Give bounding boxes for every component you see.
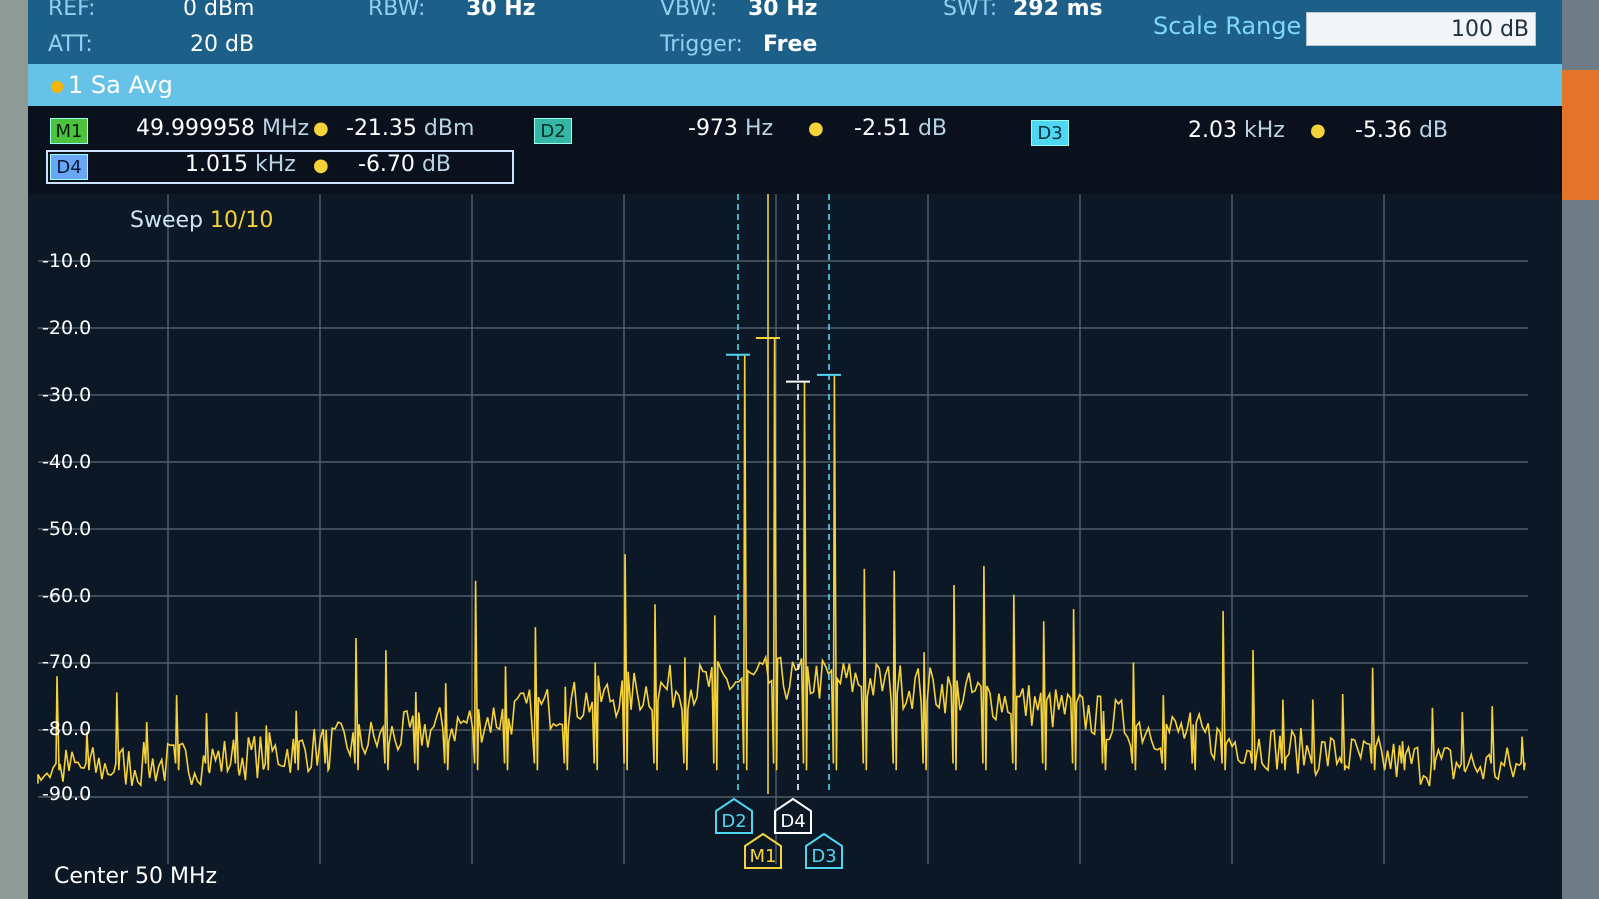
marker-badge-m1[interactable]: M1 xyxy=(50,118,88,144)
rbw-value[interactable]: 30 Hz xyxy=(466,0,536,21)
marker-d3-y: -5.36 dB xyxy=(1355,118,1448,143)
scale-range-input[interactable] xyxy=(1306,12,1536,46)
marker-m1-y-value: -21.35 xyxy=(346,116,417,141)
marker-d2-x-value: -973 xyxy=(688,116,738,141)
marker-d4-y-unit: dB xyxy=(421,152,451,177)
marker-d3-x-value: 2.03 xyxy=(1188,118,1237,143)
vbw-label: VBW: xyxy=(660,0,718,21)
marker-m1-x: 49.999958 MHz xyxy=(136,116,309,141)
y-tick: -40.0 xyxy=(42,451,92,473)
y-tick: -20.0 xyxy=(42,317,92,339)
vbw-value[interactable]: 30 Hz xyxy=(748,0,818,21)
marker-d2-y: -2.51 dB xyxy=(854,116,947,141)
marker-d4-x-unit: kHz xyxy=(254,152,296,177)
y-tick: -10.0 xyxy=(42,250,92,272)
marker-d4-y: -6.70 dB xyxy=(358,152,451,177)
sweep-count: 10/10 xyxy=(210,208,274,233)
marker-badge-d2[interactable]: D2 xyxy=(534,118,572,144)
marker-d2-dot: ● xyxy=(808,118,824,139)
y-tick: -30.0 xyxy=(42,384,92,406)
marker-d4-x-value: 1.015 xyxy=(185,152,248,177)
marker-m1-y: -21.35 dBm xyxy=(346,116,474,141)
marker-d2-y-value: -2.51 xyxy=(854,116,911,141)
marker-m1-x-unit: MHz xyxy=(261,116,310,141)
marker-d4-y-value: -6.70 xyxy=(358,152,415,177)
ref-label: REF: xyxy=(48,0,96,21)
analyzer-screen: REF: 0 dBm ATT: 20 dB RBW: 30 Hz VBW: 30… xyxy=(28,0,1562,899)
ref-value[interactable]: 0 dBm xyxy=(183,0,254,21)
side-softkey[interactable] xyxy=(1562,70,1599,200)
marker-table: M1 49.999958 MHz ● -21.35 dBm D2 -973 Hz… xyxy=(28,106,1562,194)
swt-value[interactable]: 292 ms xyxy=(1013,0,1103,21)
swt-label: SWT: xyxy=(943,0,998,21)
monitor-bezel-right xyxy=(1562,0,1599,899)
y-tick: -80.0 xyxy=(42,718,92,740)
marker-d2-y-unit: dB xyxy=(917,116,947,141)
y-tick: -50.0 xyxy=(42,518,92,540)
marker-flag-label-m1: M1 xyxy=(750,846,777,867)
center-frequency-label: Center 50 MHz xyxy=(54,864,218,889)
spectrum-trace xyxy=(37,338,1526,788)
y-tick: -60.0 xyxy=(42,585,92,607)
marker-flag-label-d3: D3 xyxy=(811,846,836,867)
marker-m1-y-unit: dBm xyxy=(423,116,475,141)
spectrum-svg: D2 D4M1 D3 xyxy=(37,194,1528,869)
marker-d3-dot: ● xyxy=(1310,120,1326,141)
marker-flag-label-d4: D4 xyxy=(780,811,805,832)
y-tick: -90.0 xyxy=(42,783,92,805)
marker-d3-y-value: -5.36 xyxy=(1355,118,1412,143)
marker-d4-dot: ● xyxy=(313,155,329,176)
marker-badge-d4[interactable]: D4 xyxy=(50,154,88,180)
trace-label: 1 Sa Avg xyxy=(68,71,173,99)
marker-d3-x-unit: kHz xyxy=(1243,118,1285,143)
parameter-bar: REF: 0 dBm ATT: 20 dB RBW: 30 Hz VBW: 30… xyxy=(28,0,1562,64)
sweep-label: Sweep xyxy=(130,208,203,233)
marker-d4-x: 1.015 kHz xyxy=(185,152,296,177)
marker-flag-label-d2: D2 xyxy=(721,811,746,832)
marker-m1-dot: ● xyxy=(313,118,329,139)
marker-d2-x: -973 Hz xyxy=(688,116,773,141)
y-tick: -70.0 xyxy=(42,651,92,673)
att-label: ATT: xyxy=(48,32,93,57)
marker-badge-d3[interactable]: D3 xyxy=(1031,120,1069,146)
att-value[interactable]: 20 dB xyxy=(190,32,254,57)
trigger-value[interactable]: Free xyxy=(763,32,817,57)
monitor-bezel-left xyxy=(0,0,28,899)
marker-d3-x: 2.03 kHz xyxy=(1188,118,1285,143)
marker-m1-x-value: 49.999958 xyxy=(136,116,255,141)
trace-color-dot: ● xyxy=(50,76,64,95)
trace-bar[interactable]: ● 1 Sa Avg xyxy=(28,64,1562,106)
scale-range-label: Scale Range xyxy=(1153,12,1302,40)
rbw-label: RBW: xyxy=(368,0,426,21)
sweep-indicator: Sweep 10/10 xyxy=(130,208,273,233)
marker-d3-y-unit: dB xyxy=(1418,118,1448,143)
marker-d2-x-unit: Hz xyxy=(744,116,774,141)
trigger-label: Trigger: xyxy=(660,32,743,57)
spectrum-plot[interactable]: D2 D4 M1 D3 Sweep 10/10 -10.0 -20.0 -30.0 -… xyxy=(28,194,1562,899)
